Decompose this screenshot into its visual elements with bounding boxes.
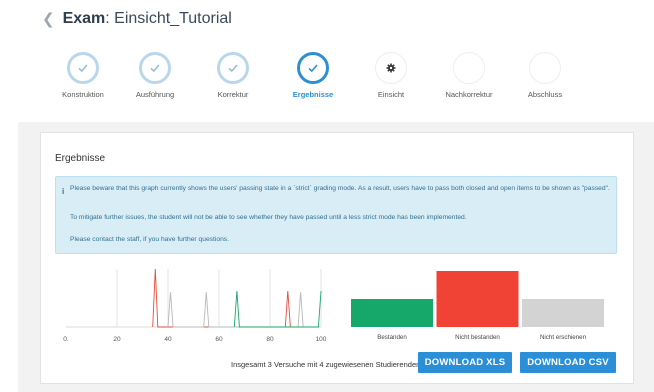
x-tick-label: 40 (164, 336, 172, 343)
step-label: Ausführung (135, 90, 175, 99)
download-xls-button[interactable]: DOWNLOAD XLS (418, 352, 512, 373)
step-circle (139, 52, 171, 84)
step-label: Korrektur (217, 90, 249, 99)
alert-paragraph: Please contact the staff, if you have fu… (70, 236, 229, 243)
step-ausfuehrung[interactable]: Ausführung (110, 52, 200, 99)
pass-status-bar-chart: Bestanden Nicht bestanden Nicht erschienen (351, 271, 604, 341)
step-label: Abschluss (527, 90, 563, 99)
alert-paragraph: To mitigate further issues, the student … (70, 214, 467, 221)
check-icon (78, 64, 88, 73)
page-title: Exam: Einsicht_Tutorial (63, 10, 232, 28)
chevron-left-icon[interactable]: ❮ (42, 12, 55, 27)
x-tick-label: 0. (63, 336, 69, 343)
step-circle (297, 52, 329, 84)
bar-category-label: Nicht erschienen (540, 334, 587, 341)
bar-category-label: Nicht bestanden (455, 334, 500, 341)
step-circle (217, 52, 249, 84)
results-card: Ergebnisse i Please beware that this gra… (40, 132, 634, 384)
workflow-stepper: Konstruktion Ausführung Korrektur Ergebn… (0, 52, 654, 112)
info-alert: i Please beware that this graph currentl… (55, 176, 617, 254)
step-einsicht[interactable]: Einsicht (346, 52, 436, 99)
series-line (233, 290, 322, 328)
step-ergebnisse[interactable]: Ergebnisse (268, 52, 358, 99)
step-korrektur[interactable]: Korrektur (188, 52, 278, 99)
check-icon (150, 64, 160, 73)
alert-paragraph: Please beware that this graph currently … (70, 185, 610, 192)
score-distribution-chart: 0. 20 40 60 80 100 (63, 269, 327, 343)
bar-category-label: Bestanden (377, 334, 407, 341)
bar (436, 271, 519, 327)
attempts-summary: Insgesamt 3 Versuche mit 4 zugewiesenen … (231, 360, 421, 369)
x-tick-label: 80 (266, 336, 274, 343)
info-icon: i (62, 187, 65, 196)
bar (522, 299, 604, 327)
x-tick-label: 60 (215, 336, 223, 343)
step-circle (529, 52, 561, 84)
step-abschluss[interactable]: Abschluss (500, 52, 590, 99)
gear-icon (386, 63, 396, 73)
download-csv-button[interactable]: DOWNLOAD CSV (520, 352, 616, 373)
step-circle (67, 52, 99, 84)
check-icon (308, 64, 318, 73)
step-circle (375, 52, 407, 84)
card-title: Ergebnisse (55, 153, 106, 164)
bar (351, 299, 433, 327)
title-prefix: Exam (62, 10, 106, 27)
step-label: Ergebnisse (292, 90, 334, 99)
step-circle (453, 52, 485, 84)
title-name: : Einsicht_Tutorial (105, 10, 232, 27)
page-header: ❮ Exam: Einsicht_Tutorial (42, 8, 232, 30)
step-label: Einsicht (377, 90, 405, 99)
x-tick-label: 20 (113, 336, 121, 343)
check-icon (228, 64, 238, 73)
x-tick-label: 100 (316, 336, 327, 343)
